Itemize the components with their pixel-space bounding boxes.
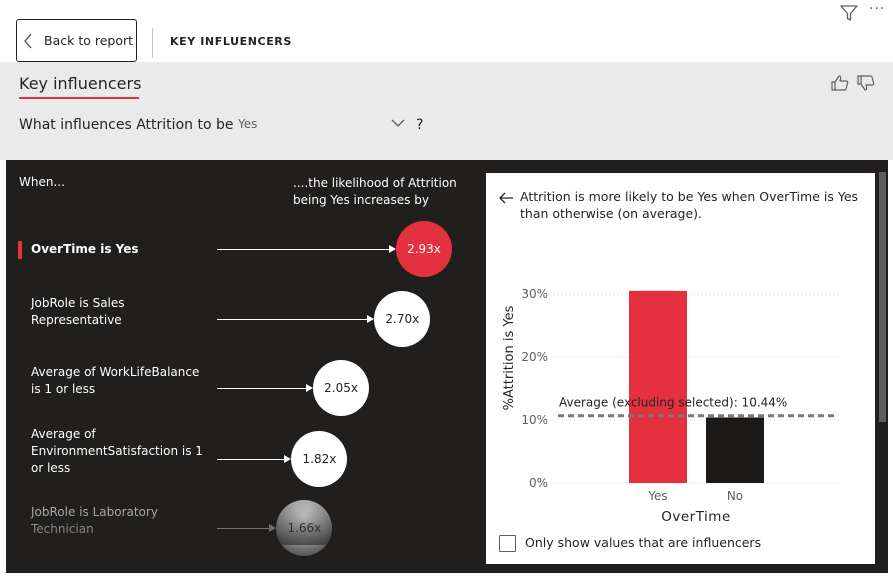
x-axis-title: OverTime bbox=[661, 509, 731, 525]
back-to-report-button[interactable]: Back to report bbox=[16, 19, 137, 62]
influencer-arrow-line bbox=[217, 528, 270, 529]
y-axis-title: %Attrition is Yes bbox=[502, 305, 517, 410]
influencer-arrow-line bbox=[217, 388, 307, 389]
arrow-left-icon[interactable] bbox=[498, 191, 514, 205]
x-tick-label: Yes bbox=[647, 489, 667, 503]
influencer-label[interactable]: Average of EnvironmentSatisfaction is 1 … bbox=[31, 426, 211, 477]
y-tick-label: 20% bbox=[521, 350, 548, 364]
arrow-head-icon bbox=[306, 384, 314, 392]
thumbs-down-icon[interactable] bbox=[856, 74, 876, 92]
influencer-bubble[interactable]: 2.70x bbox=[374, 291, 431, 347]
influencer-bubble[interactable]: 2.05x bbox=[313, 360, 370, 416]
header-divider bbox=[152, 28, 153, 58]
visual-title: Key influencers bbox=[19, 74, 142, 93]
influencers-only-checkbox[interactable] bbox=[499, 535, 516, 552]
attrition-bar-chart: 0% 10% 20% 30% Yes No Average (excluding selec… bbox=[502, 287, 841, 525]
influencer-label[interactable]: Average of WorkLifeBalance is 1 or less bbox=[31, 364, 211, 398]
y-tick-label: 0% bbox=[529, 476, 548, 490]
influencer-arrow-line bbox=[217, 459, 285, 460]
influencer-bubble[interactable]: 2.93x bbox=[396, 221, 452, 277]
x-tick-label: No bbox=[727, 489, 743, 503]
bar bbox=[629, 290, 687, 483]
target-value-dropdown[interactable]: Yes bbox=[238, 117, 257, 131]
influencer-label[interactable]: JobRole is Laboratory Technician bbox=[31, 504, 181, 538]
page-title: KEY INFLUENCERS bbox=[170, 35, 292, 48]
arrow-head-icon bbox=[284, 455, 292, 463]
active-tab-underline bbox=[19, 97, 139, 99]
more-options-icon[interactable]: ··· bbox=[869, 1, 885, 17]
y-tick-label: 30% bbox=[521, 287, 548, 301]
y-tick-label: 10% bbox=[521, 413, 548, 427]
arrow-head-icon bbox=[389, 245, 396, 253]
filter-icon[interactable] bbox=[839, 4, 859, 22]
detail-description: Attrition is more likely to be Yes when … bbox=[520, 189, 859, 221]
chevron-down-icon[interactable] bbox=[391, 118, 405, 128]
back-to-report-label: Back to report bbox=[44, 33, 134, 48]
influencer-label[interactable]: OverTime is Yes bbox=[31, 241, 206, 258]
influencer-arrow-line bbox=[217, 319, 368, 320]
chevron-left-icon bbox=[24, 33, 32, 48]
bar bbox=[706, 417, 764, 483]
influencer-arrow-line bbox=[217, 249, 389, 250]
influence-question-label: What influences Attrition to be bbox=[19, 117, 234, 133]
when-column-header: When... bbox=[19, 175, 65, 189]
arrow-head-icon bbox=[367, 315, 375, 323]
average-reference-label: Average (excluding selected): 10.44% bbox=[559, 396, 787, 410]
selected-indicator bbox=[18, 241, 22, 259]
influencers-only-label: Only show values that are influencers bbox=[525, 535, 762, 550]
influencer-bubble[interactable]: 1.66x bbox=[276, 500, 333, 556]
likelihood-column-header: ....the likelihood of Attrition being Ye… bbox=[293, 176, 457, 207]
arrow-head-icon bbox=[269, 524, 277, 532]
influencer-label[interactable]: JobRole is Sales Representative bbox=[31, 295, 181, 329]
scrollbar[interactable] bbox=[879, 172, 886, 422]
thumbs-up-icon[interactable] bbox=[830, 74, 850, 92]
help-icon[interactable]: ? bbox=[416, 117, 423, 133]
